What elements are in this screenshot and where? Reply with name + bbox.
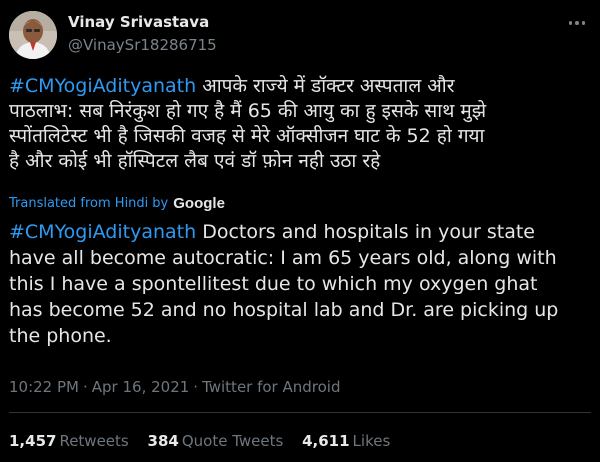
likes-stat[interactable]: 4,611 Likes: [302, 432, 390, 450]
more-dot: [575, 21, 579, 25]
avatar[interactable]: [9, 11, 57, 59]
tweet-card: Vinay Srivastava @VinaySr18286715 #CMYog…: [0, 0, 600, 462]
tweet-line-text: आपके राज्ये में डॉक्टर अस्पताल और: [196, 75, 455, 97]
divider: [9, 412, 591, 413]
translated-by-label: by: [152, 196, 169, 211]
separator: ·: [193, 378, 199, 396]
tweet-line-text: have all become autocratic: I am 65 year…: [9, 247, 557, 269]
google-logo: Google: [173, 195, 225, 212]
tweet-line: स्पोंतलिटेस्ट भी है जिसकी वजह से मेरे ऑक…: [9, 124, 597, 149]
likes-count: 4,611: [302, 432, 350, 450]
tweet-text-hindi: #CMYogiAdityanath आपके राज्ये में डॉक्टर…: [9, 74, 597, 174]
tweet-line: #CMYogiAdityanath आपके राज्ये में डॉक्टर…: [9, 74, 597, 99]
translated-from-link[interactable]: Translated from Hindi: [9, 196, 148, 211]
quote-tweets-count: 384: [147, 432, 179, 450]
tweet-line: पाठलाभ: सब निरंकुश हो गए है मैं 65 की आय…: [9, 99, 597, 124]
tweet-line-text: Doctors and hospitals in your state: [196, 221, 535, 243]
tweet-line: this I have a spontellitest due to which…: [9, 271, 597, 297]
tweet-line-text: है और कोई भी हॉस्पिटल लैब एवं डॉ फ़ोन नह…: [9, 150, 381, 172]
retweets-label: Retweets: [59, 432, 129, 450]
tweet-line-text: has become 52 and no hospital lab and Dr…: [9, 299, 559, 321]
hashtag-link[interactable]: #CMYogiAdityanath: [9, 75, 196, 97]
tweet-line-text: पाठलाभ: सब निरंकुश हो गए है मैं 65 की आय…: [9, 100, 487, 122]
engagement-stats: 1,457 Retweets 384 Quote Tweets 4,611 Likes: [9, 432, 404, 450]
tweet-text-english: #CMYogiAdityanath Doctors and hospitals …: [9, 219, 597, 349]
hashtag-link[interactable]: #CMYogiAdityanath: [9, 221, 196, 243]
tweet-line: #CMYogiAdityanath Doctors and hospitals …: [9, 219, 597, 245]
retweets-count: 1,457: [9, 432, 57, 450]
tweet-line-text: स्पोंतलिटेस्ट भी है जिसकी वजह से मेरे ऑक…: [9, 125, 485, 147]
more-horizontal-icon: [568, 21, 573, 25]
tweet-source[interactable]: Twitter for Android: [202, 378, 340, 396]
tweet-line-text: the phone.: [9, 325, 112, 347]
tweet-time[interactable]: 10:22 PM: [9, 378, 79, 396]
separator: ·: [82, 378, 88, 396]
tweet-line-text: this I have a spontellitest due to which…: [9, 273, 538, 295]
tweet-line: the phone.: [9, 323, 597, 349]
tweet-metadata: 10:22 PM · Apr 16, 2021 · Twitter for Androi…: [9, 378, 341, 396]
author-display-name[interactable]: Vinay Srivastava: [68, 13, 209, 31]
quote-tweets-stat[interactable]: 384 Quote Tweets: [148, 432, 284, 450]
tweet-line: has become 52 and no hospital lab and Dr…: [9, 297, 597, 323]
tweet-date[interactable]: Apr 16, 2021: [92, 378, 190, 396]
quote-tweets-label: Quote Tweets: [181, 432, 284, 450]
translation-attribution: Translated from Hindi by Google: [9, 195, 225, 212]
tweet-line: have all become autocratic: I am 65 year…: [9, 245, 597, 271]
retweets-stat[interactable]: 1,457 Retweets: [9, 432, 129, 450]
likes-label: Likes: [352, 432, 391, 450]
more-options-button[interactable]: [566, 12, 588, 34]
author-handle[interactable]: @VinaySr18286715: [68, 36, 217, 54]
more-dot: [581, 21, 586, 25]
avatar-photo: [9, 11, 57, 59]
tweet-line: है और कोई भी हॉस्पिटल लैब एवं डॉ फ़ोन नह…: [9, 149, 597, 174]
